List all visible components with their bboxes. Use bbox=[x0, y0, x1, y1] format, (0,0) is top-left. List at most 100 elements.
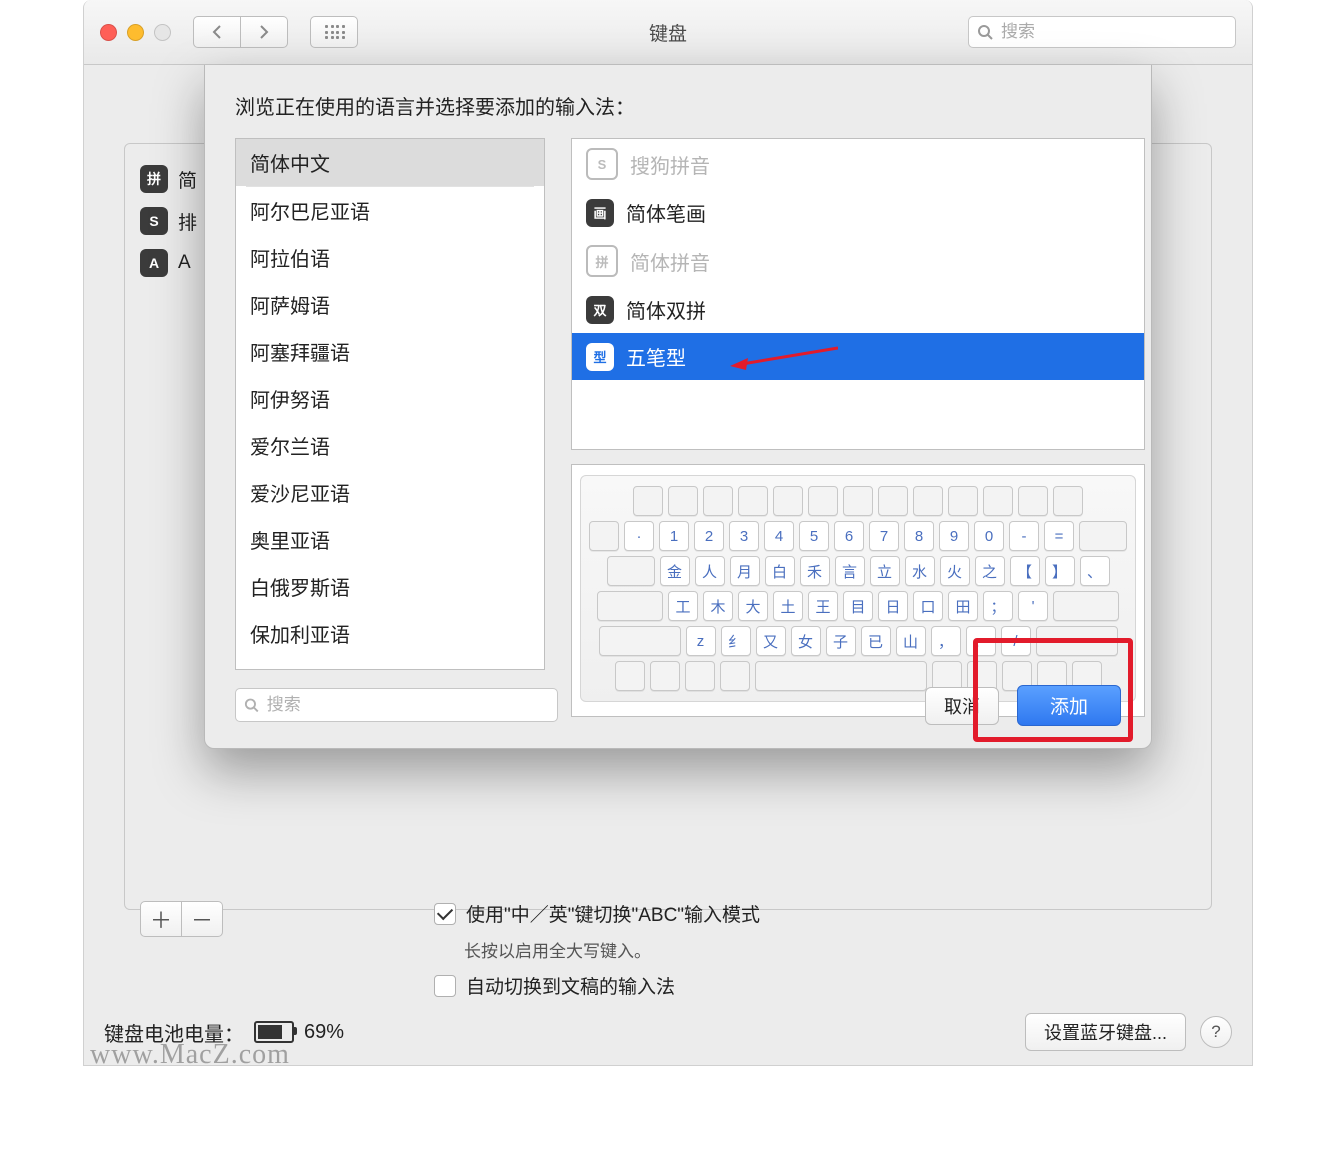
toolbar-search[interactable] bbox=[968, 16, 1236, 48]
keyboard-key: 火 bbox=[940, 556, 970, 586]
ime-icon: 画 bbox=[586, 199, 614, 227]
keyboard-key: · bbox=[624, 521, 654, 551]
keyboard-key: x bbox=[589, 521, 619, 551]
keyboard-key: 6 bbox=[834, 521, 864, 551]
keyboard-key: x bbox=[685, 661, 715, 691]
keyboard-key: 山 bbox=[896, 626, 926, 656]
keyboard-layout: xxxxxxxxxxxxxx·1234567890-=xx金人月白禾言立水火之【… bbox=[580, 475, 1136, 702]
ime-badge-icon: A bbox=[140, 249, 168, 277]
sheet-search-input[interactable] bbox=[265, 694, 549, 716]
checkbox-icon bbox=[434, 975, 456, 997]
search-icon bbox=[977, 24, 993, 40]
close-window-button[interactable] bbox=[100, 24, 117, 41]
cancel-button[interactable]: 取消 bbox=[925, 687, 999, 725]
language-item[interactable]: 保加利亚语 bbox=[236, 610, 544, 657]
language-item[interactable]: 阿塞拜疆语 bbox=[236, 328, 544, 375]
keyboard-key: = bbox=[1044, 521, 1074, 551]
keyboard-key: 7 bbox=[869, 521, 899, 551]
add-remove-segment: ＋ － bbox=[140, 901, 223, 937]
help-button[interactable]: ? bbox=[1200, 1016, 1232, 1048]
ime-badge-icon: S bbox=[140, 207, 168, 235]
keyboard-key: 8 bbox=[904, 521, 934, 551]
ime-item[interactable]: 型五笔型 bbox=[572, 333, 1144, 380]
ime-label: 简体拼音 bbox=[630, 247, 710, 276]
keyboard-key: - bbox=[1009, 521, 1039, 551]
bluetooth-keyboard-button[interactable]: 设置蓝牙键盘... bbox=[1025, 1013, 1186, 1051]
sheet-heading: 浏览正在使用的语言并选择要添加的输入法： bbox=[235, 91, 1121, 120]
keyboard-key: 月 bbox=[730, 556, 760, 586]
keyboard-key: x bbox=[1053, 591, 1119, 621]
language-item[interactable]: 北方萨米语 bbox=[236, 657, 544, 670]
forward-button[interactable] bbox=[241, 16, 288, 48]
keyboard-key: x bbox=[948, 486, 978, 516]
language-item[interactable]: 阿伊努语 bbox=[236, 375, 544, 422]
ime-badge-icon: 拼 bbox=[140, 165, 168, 193]
ime-label: 简体双拼 bbox=[626, 295, 706, 324]
toolbar-search-input[interactable] bbox=[999, 21, 1227, 43]
ime-icon: 双 bbox=[586, 296, 614, 324]
ime-icon: 型 bbox=[586, 343, 614, 371]
keyboard-key: ； bbox=[983, 591, 1013, 621]
check-abc-switch[interactable]: 使用"中／英"键切换"ABC"输入模式 bbox=[434, 900, 1192, 927]
keyboard-preview: xxxxxxxxxxxxxx·1234567890-=xx金人月白禾言立水火之【… bbox=[571, 464, 1145, 717]
checkbox-icon bbox=[434, 903, 456, 925]
language-item[interactable]: 爱尔兰语 bbox=[236, 422, 544, 469]
keyboard-key: x bbox=[878, 486, 908, 516]
remove-input-source-button[interactable]: － bbox=[182, 901, 223, 937]
keyboard-key: 】 bbox=[1045, 556, 1075, 586]
keyboard-key: 木 bbox=[703, 591, 733, 621]
battery-icon bbox=[254, 1021, 294, 1043]
language-list-header[interactable]: 简体中文 bbox=[236, 139, 544, 186]
check-auto-switch[interactable]: 自动切换到文稿的输入法 bbox=[434, 972, 1192, 999]
ime-item[interactable]: 画简体笔画 bbox=[572, 189, 1144, 236]
options-checks: 使用"中／英"键切换"ABC"输入模式 长按以启用全大写键入。 自动切换到文稿的… bbox=[434, 900, 1192, 999]
minimize-window-button[interactable] bbox=[127, 24, 144, 41]
language-item[interactable]: 爱沙尼亚语 bbox=[236, 469, 544, 516]
add-input-source-button[interactable]: ＋ bbox=[140, 901, 182, 937]
keyboard-key: / bbox=[1001, 626, 1031, 656]
keyboard-key: x bbox=[1053, 486, 1083, 516]
add-button[interactable]: 添加 bbox=[1017, 685, 1121, 726]
window-body: 拼简S排AA ＋ － 使用"中／英"键切换"ABC"输入模式 长按以启用全大写键… bbox=[84, 65, 1252, 1065]
keyboard-key: x bbox=[607, 556, 655, 586]
keyboard-key: x bbox=[597, 591, 663, 621]
language-list[interactable]: 简体中文阿尔巴尼亚语阿拉伯语阿萨姆语阿塞拜疆语阿伊努语爱尔兰语爱沙尼亚语奥里亚语… bbox=[235, 138, 545, 670]
traffic-lights bbox=[100, 24, 171, 41]
check-auto-label: 自动切换到文稿的输入法 bbox=[466, 972, 675, 999]
ime-list[interactable]: S搜狗拼音画简体笔画拼简体拼音双简体双拼型五笔型 bbox=[571, 138, 1145, 450]
ime-label: 搜狗拼音 bbox=[630, 150, 710, 179]
language-item[interactable]: 阿尔巴尼亚语 bbox=[236, 187, 544, 234]
battery-status: 键盘电池电量： 69% bbox=[104, 1018, 344, 1047]
show-all-button[interactable] bbox=[310, 16, 358, 48]
keyboard-key: 3 bbox=[729, 521, 759, 551]
keyboard-key: x bbox=[808, 486, 838, 516]
ime-item: 拼简体拼音 bbox=[572, 236, 1144, 286]
keyboard-key: 水 bbox=[905, 556, 935, 586]
keyboard-key: x bbox=[843, 486, 873, 516]
keyboard-key: 2 bbox=[694, 521, 724, 551]
add-input-source-sheet: 浏览正在使用的语言并选择要添加的输入法： 简体中文阿尔巴尼亚语阿拉伯语阿萨姆语阿… bbox=[204, 65, 1152, 749]
zoom-window-button[interactable] bbox=[154, 24, 171, 41]
language-item[interactable]: 白俄罗斯语 bbox=[236, 563, 544, 610]
ime-label: 五笔型 bbox=[626, 342, 686, 371]
keyboard-key: x bbox=[1036, 626, 1118, 656]
ime-item[interactable]: 双简体双拼 bbox=[572, 286, 1144, 333]
keyboard-key: 已 bbox=[861, 626, 891, 656]
keyboard-key: ， bbox=[931, 626, 961, 656]
ime-label: 简体笔画 bbox=[626, 198, 706, 227]
keyboard-key: 日 bbox=[878, 591, 908, 621]
keyboard-key: x bbox=[703, 486, 733, 516]
keyboard-key: x bbox=[599, 626, 681, 656]
back-button[interactable] bbox=[193, 16, 241, 48]
keyboard-key: x bbox=[1079, 521, 1127, 551]
keyboard-key: 纟 bbox=[721, 626, 751, 656]
keyboard-key: x bbox=[668, 486, 698, 516]
battery-label: 键盘电池电量： bbox=[104, 1018, 244, 1047]
input-source-label: 简 bbox=[178, 166, 197, 193]
language-item[interactable]: 阿萨姆语 bbox=[236, 281, 544, 328]
keyboard-key: 口 bbox=[913, 591, 943, 621]
language-item[interactable]: 阿拉伯语 bbox=[236, 234, 544, 281]
keyboard-key: x bbox=[633, 486, 663, 516]
language-item[interactable]: 奥里亚语 bbox=[236, 516, 544, 563]
sheet-search[interactable] bbox=[235, 688, 558, 722]
